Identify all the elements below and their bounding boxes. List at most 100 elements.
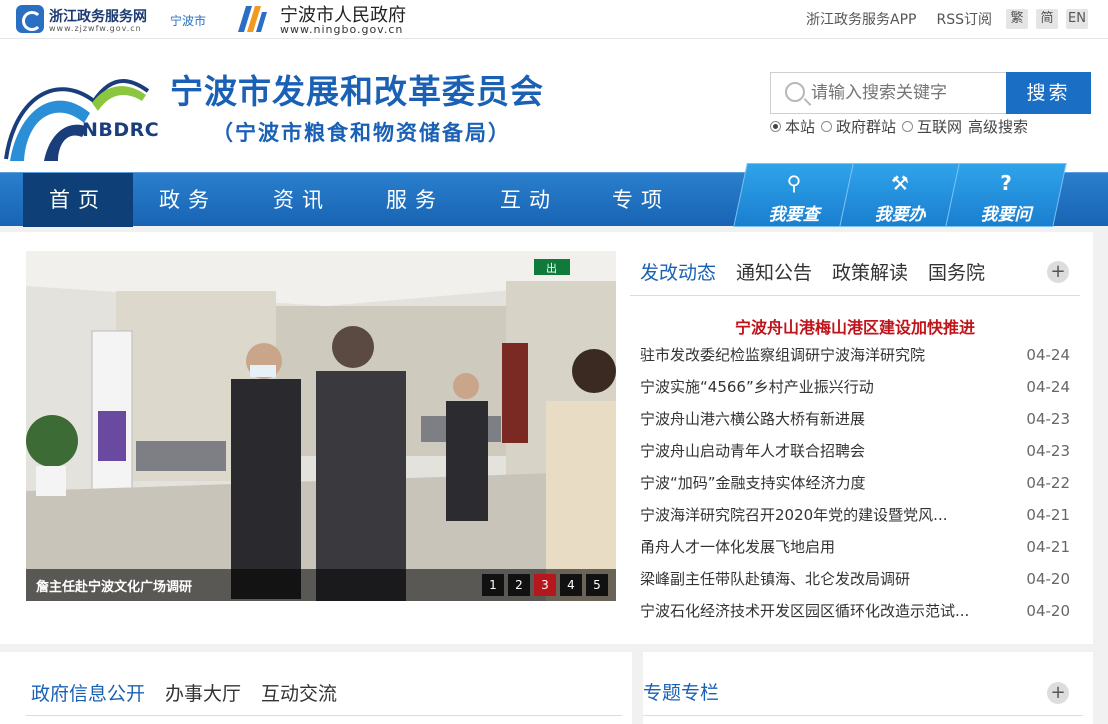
main-nav: 首页 政务 资讯 服务 互动 专项 ⚲ 我要查 ⚒ 我要办 ? 我要问 (0, 163, 1108, 227)
news-item-title[interactable]: 宁波实施“4566”乡村产业振兴行动 (640, 371, 1000, 403)
advanced-search-link[interactable]: 高级搜索 (968, 116, 1028, 137)
scope-group-label: 政府群站 (836, 118, 897, 136)
zjzwfw-logo[interactable]: 浙江政务服务网 www.zjzwfw.gov.cn (16, 5, 156, 35)
nav-services[interactable]: 服务 (360, 173, 470, 227)
news-item-date: 04-21 (1026, 506, 1070, 524)
main-panel: 出 詹主任赴宁波文化广场调研 1 2 3 4 5 发改动态 通知公告 政策解读 … (0, 232, 1093, 644)
news-item[interactable]: 宁波“加码”金融支持实体经济力度 04-22 (640, 467, 1070, 499)
nbdrc-brand: NBDRC (82, 119, 160, 141)
news-item[interactable]: 宁波海洋研究院召开2020年党的建设暨党风... 04-21 (640, 499, 1070, 531)
topics-panel: 专题专栏 + (643, 652, 1093, 724)
ningbo-gov-logo[interactable]: 宁波市人民政府 www.ningbo.gov.cn (234, 0, 434, 38)
info-panel: 政府信息公开 办事大厅 互动交流 (0, 652, 632, 724)
radio-dot (902, 121, 914, 132)
quick-ask-label: 我要问 (980, 205, 1032, 225)
slider-photo: 出 (26, 251, 616, 601)
quick-query-label: 我要查 (768, 205, 820, 225)
slider-page-2[interactable]: 2 (508, 574, 530, 596)
top-links: 浙江政务服务APP RSS订阅 繁 简 EN (786, 9, 1088, 29)
radio-dot (821, 121, 833, 132)
question-icon: ? (1000, 171, 1012, 195)
ningbo-gov-url: www.ningbo.gov.cn (280, 23, 404, 36)
news-item-title[interactable]: 甬舟人才一体化发展飞地启用 (640, 531, 1000, 563)
news-item[interactable]: 驻市发改委纪检监察组调研宁波海洋研究院 04-24 (640, 339, 1070, 371)
news-list: 驻市发改委纪检监察组调研宁波海洋研究院 04-24 宁波实施“4566”乡村产业振兴… (640, 339, 1070, 627)
news-item[interactable]: 梁峰副主任带队赴镇海、北仑发改局调研 04-20 (640, 563, 1070, 595)
scope-internet-label: 互联网 (917, 118, 963, 136)
nav-special[interactable]: 专项 (586, 173, 696, 227)
quick-handle-inner: ⚒ 我要办 (847, 164, 953, 226)
site-title: 宁波市发展和改革委员会 (170, 72, 544, 111)
lang-english[interactable]: EN (1066, 9, 1088, 29)
news-item-date: 04-23 (1026, 442, 1070, 460)
news-item-title[interactable]: 梁峰副主任带队赴镇海、北仑发改局调研 (640, 563, 1000, 595)
tab-service-hall[interactable]: 办事大厅 (165, 679, 241, 706)
news-item[interactable]: 宁波舟山启动青年人才联合招聘会 04-23 (640, 435, 1070, 467)
slider-page-4[interactable]: 4 (560, 574, 582, 596)
photo-slider[interactable]: 出 詹主任赴宁波文化广场调研 1 2 3 4 5 (26, 251, 616, 601)
scope-site-radio[interactable]: 本站 (770, 116, 815, 137)
nav-interaction[interactable]: 互动 (474, 173, 584, 227)
tab-divider (630, 295, 1080, 296)
site-header: NBDRC 宁波市发展和改革委员会 （宁波市粮食和物资储备局） 搜索 本站 政府… (0, 39, 1108, 172)
search-box (770, 72, 1006, 114)
info-tab-divider (26, 715, 622, 716)
city-link[interactable]: 宁波市 (170, 12, 206, 29)
news-tabs: 发改动态 通知公告 政策解读 国务院 (640, 258, 1005, 285)
tab-fagai-news[interactable]: 发改动态 (640, 258, 716, 285)
search-button[interactable]: 搜索 (1006, 72, 1091, 114)
quick-query-button[interactable]: ⚲ 我要查 (733, 163, 855, 227)
quick-handle-button[interactable]: ⚒ 我要办 (839, 163, 961, 227)
lang-traditional[interactable]: 繁 (1006, 9, 1028, 29)
quick-ask-inner: ? 我要问 (953, 164, 1059, 226)
news-item[interactable]: 宁波石化经济技术开发区园区循环化改造示范试... 04-20 (640, 595, 1070, 627)
topics-tab-divider (643, 715, 1083, 716)
news-item[interactable]: 宁波实施“4566”乡村产业振兴行动 04-24 (640, 371, 1070, 403)
news-item-title[interactable]: 宁波“加码”金融支持实体经济力度 (640, 467, 1000, 499)
zjzwfw-title: 浙江政务服务网 (49, 9, 147, 25)
nav-news[interactable]: 资讯 (247, 173, 357, 227)
tab-state-council[interactable]: 国务院 (928, 258, 985, 285)
slider-page-1[interactable]: 1 (482, 574, 504, 596)
nav-home[interactable]: 首页 (23, 173, 133, 227)
zjzwfw-url: www.zjzwfw.gov.cn (49, 24, 142, 33)
radio-dot (770, 121, 781, 132)
news-item-title[interactable]: 宁波海洋研究院召开2020年党的建设暨党风... (640, 499, 1000, 531)
top-bar: 浙江政务服务网 www.zjzwfw.gov.cn 宁波市 宁波市人民政府 ww… (0, 0, 1108, 39)
news-item-date: 04-20 (1026, 570, 1070, 588)
app-link[interactable]: 浙江政务服务APP (806, 9, 916, 29)
news-item-title[interactable]: 宁波舟山启动青年人才联合招聘会 (640, 435, 1000, 467)
slider-page-5[interactable]: 5 (586, 574, 608, 596)
lang-simplified[interactable]: 简 (1036, 9, 1058, 29)
news-item[interactable]: 甬舟人才一体化发展飞地启用 04-21 (640, 531, 1070, 563)
tab-policy[interactable]: 政策解读 (832, 258, 908, 285)
info-tabs: 政府信息公开 办事大厅 互动交流 (31, 679, 357, 706)
news-item-title[interactable]: 宁波舟山港六横公路大桥有新进展 (640, 403, 1000, 435)
search-icon: ⚲ (786, 171, 802, 195)
scope-internet-radio[interactable]: 互联网 (902, 116, 962, 137)
slider-caption[interactable]: 詹主任赴宁波文化广场调研 (36, 576, 192, 595)
quick-ask-button[interactable]: ? 我要问 (945, 163, 1067, 227)
worker-icon: ⚒ (891, 171, 909, 195)
nav-government[interactable]: 政务 (133, 173, 243, 227)
quick-handle-label: 我要办 (874, 205, 926, 225)
news-item-date: 04-24 (1026, 378, 1070, 396)
news-item-title[interactable]: 宁波石化经济技术开发区园区循环化改造示范试... (640, 595, 1000, 627)
news-more-button[interactable]: + (1047, 261, 1069, 283)
news-item-date: 04-20 (1026, 602, 1070, 620)
nbdrc-logo-icon[interactable] (4, 61, 150, 165)
tab-topics[interactable]: 专题专栏 (643, 678, 719, 705)
news-headline[interactable]: 宁波舟山港梅山港区建设加快推进 (630, 314, 1080, 338)
news-item-title[interactable]: 驻市发改委纪检监察组调研宁波海洋研究院 (640, 339, 1000, 371)
search-input[interactable] (811, 81, 1001, 105)
tab-interaction[interactable]: 互动交流 (261, 679, 337, 706)
news-item-date: 04-23 (1026, 410, 1070, 428)
slider-page-3[interactable]: 3 (534, 574, 556, 596)
tab-notices[interactable]: 通知公告 (736, 258, 812, 285)
tab-gov-info[interactable]: 政府信息公开 (31, 679, 145, 706)
scope-group-radio[interactable]: 政府群站 (821, 116, 896, 137)
news-item[interactable]: 宁波舟山港六横公路大桥有新进展 04-23 (640, 403, 1070, 435)
rss-link[interactable]: RSS订阅 (936, 9, 992, 29)
scope-site-label: 本站 (785, 118, 816, 136)
topics-more-button[interactable]: + (1047, 682, 1069, 704)
